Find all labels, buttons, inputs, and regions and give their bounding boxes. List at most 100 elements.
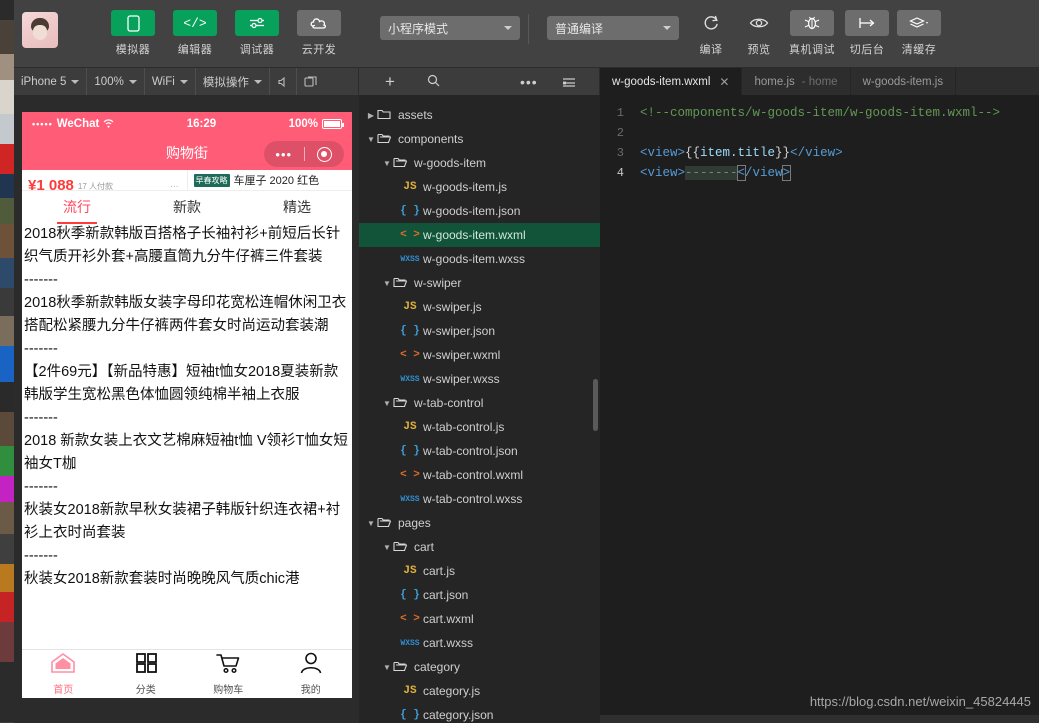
tree-row[interactable]: < > w-tab-control.wxml — [359, 463, 600, 487]
swiper-cell-left[interactable]: ¥1 088 17 人付款 ... — [22, 170, 187, 191]
more-icon[interactable]: ••• — [514, 75, 544, 89]
code-editor[interactable]: 1 <!--components/w-goods-item/w-goods-it… — [600, 95, 1039, 723]
tree-row[interactable]: WXSS w-tab-control.wxss — [359, 487, 600, 511]
capsule-close-icon[interactable] — [304, 146, 344, 162]
tabbar-item-category[interactable]: 分类 — [105, 650, 188, 698]
simulator-button[interactable]: 模拟器 — [102, 0, 164, 57]
tree-row[interactable]: ▶ assets — [359, 103, 600, 127]
search-icon[interactable] — [421, 74, 446, 89]
tree-label: cart.wxml — [423, 612, 474, 626]
close-icon[interactable]: ✕ — [719, 75, 729, 89]
tree-row[interactable]: WXSS w-swiper.wxss — [359, 367, 600, 391]
tree-row[interactable]: { } w-goods-item.json — [359, 199, 600, 223]
chevron-down-icon[interactable]: ▼ — [381, 279, 393, 288]
clear-cache-button[interactable]: 清缓存 — [893, 0, 945, 57]
folder-open-icon — [393, 156, 409, 171]
mock-action-value: 模拟操作 — [202, 76, 249, 89]
chevron-down-icon[interactable]: ▼ — [381, 159, 393, 168]
line-number: 3 — [616, 146, 624, 160]
compile-button[interactable]: 编译 — [687, 0, 735, 57]
chevron-down-icon[interactable]: ▼ — [365, 135, 377, 144]
tree-row[interactable]: JS w-swiper.js — [359, 295, 600, 319]
tabbar-item-profile[interactable]: 我的 — [270, 650, 353, 698]
background-button[interactable]: 切后台 — [841, 0, 893, 57]
tree-row[interactable]: JS w-goods-item.js — [359, 175, 600, 199]
folder-open-icon — [393, 660, 409, 675]
tree-row[interactable]: ▼ w-tab-control — [359, 391, 600, 415]
file-tree[interactable]: ▶ assets ▼ components ▼ w-goods-item JS … — [359, 95, 600, 723]
tabbar-label: 购物车 — [213, 685, 244, 696]
preview-button[interactable]: 预览 — [735, 0, 783, 57]
compile-select[interactable]: 普通编译 — [547, 16, 679, 40]
mode-select[interactable]: 小程序模式 — [380, 16, 520, 40]
tree-row[interactable]: ▼ components — [359, 127, 600, 151]
swiper-strip[interactable]: ¥1 088 17 人付款 ... 早春攻略 车厘子 2020 红色 — [22, 170, 352, 191]
wxml-file-icon: < > — [400, 349, 420, 361]
real-device-debug-button[interactable]: 真机调试 — [783, 0, 841, 57]
tree-row[interactable]: JS w-tab-control.js — [359, 415, 600, 439]
grid-icon — [134, 652, 158, 679]
rotate-icon[interactable] — [295, 68, 324, 95]
editor-button[interactable]: </> 编辑器 — [164, 0, 226, 57]
tree-row[interactable]: JS cart.js — [359, 559, 600, 583]
tree-scrollbar[interactable] — [593, 379, 598, 431]
phone-tab-bar: 首页 分类 购物车 我的 — [22, 649, 352, 698]
swiper-tag: 早春攻略 — [193, 173, 230, 187]
tree-row[interactable]: { } category.json — [359, 703, 600, 723]
tab-home-js[interactable]: home.js - home — [742, 68, 851, 95]
background-icon — [845, 10, 889, 36]
chevron-down-icon[interactable]: ▼ — [381, 399, 393, 408]
wxml-file-icon: < > — [400, 469, 420, 481]
tree-row[interactable]: WXSS w-goods-item.wxss — [359, 247, 600, 271]
add-icon[interactable]: + — [379, 73, 401, 90]
volume-icon[interactable] — [270, 68, 296, 95]
network-select[interactable]: WiFi — [145, 68, 196, 95]
chevron-down-icon[interactable]: ▼ — [365, 519, 377, 528]
swiper-cell-right[interactable]: 早春攻略 车厘子 2020 红色 — [186, 170, 353, 190]
tab-control-item-xinkuan[interactable]: 新款 — [132, 197, 242, 217]
tree-label: cart — [414, 540, 435, 554]
tree-row[interactable]: ▼ w-swiper — [359, 271, 600, 295]
debugger-icon — [235, 10, 279, 36]
cloud-dev-button[interactable]: 云开发 — [288, 0, 350, 57]
filter-icon[interactable] — [556, 75, 582, 89]
tree-row[interactable]: { } w-swiper.json — [359, 319, 600, 343]
tree-label: w-swiper.json — [423, 324, 496, 338]
tab-w-goods-item-js[interactable]: w-goods-item.js — [850, 68, 957, 95]
tree-row[interactable]: WXSS cart.wxss — [359, 631, 600, 655]
scale-select[interactable]: 100% — [87, 68, 145, 95]
tree-row[interactable]: JS category.js — [359, 679, 600, 703]
debugger-button[interactable]: 调试器 — [226, 0, 288, 57]
device-select[interactable]: iPhone 5 — [14, 68, 88, 95]
scale-select-value: 100% — [94, 75, 124, 88]
tabbar-item-home[interactable]: 首页 — [22, 650, 105, 698]
chevron-down-icon[interactable]: ▼ — [381, 663, 393, 672]
tree-row[interactable]: < > cart.wxml — [359, 607, 600, 631]
tree-label: category — [414, 660, 461, 674]
tree-row[interactable]: ▼ cart — [359, 535, 600, 559]
user-avatar[interactable] — [22, 12, 58, 48]
tree-label: components — [398, 132, 464, 146]
tab-w-goods-item-wxml[interactable]: w-goods-item.wxml ✕ — [600, 68, 743, 95]
nav-title: 购物街 — [166, 145, 208, 161]
capsule-menu-icon[interactable]: ••• — [264, 147, 304, 162]
tree-row[interactable]: { } cart.json — [359, 583, 600, 607]
tab-control-item-liuxing[interactable]: 流行 — [22, 197, 132, 217]
status-right: 100% — [289, 118, 344, 130]
tree-row[interactable]: { } w-tab-control.json — [359, 439, 600, 463]
chevron-right-icon[interactable]: ▶ — [365, 111, 377, 120]
tree-row-selected[interactable]: < > w-goods-item.wxml — [359, 223, 600, 247]
wechat-capsule[interactable]: ••• — [264, 141, 344, 167]
tree-row[interactable]: < > w-swiper.wxml — [359, 343, 600, 367]
tree-label: w-goods-item.wxml — [423, 228, 526, 242]
mock-action-select[interactable]: 模拟操作 — [196, 68, 270, 95]
tree-row[interactable]: ▼ pages — [359, 511, 600, 535]
wxss-file-icon: WXSS — [400, 638, 420, 648]
tabbar-item-cart[interactable]: 购物车 — [187, 650, 270, 698]
code-line-current: 4 <view>-------</view> — [600, 163, 1039, 183]
chevron-down-icon[interactable]: ▼ — [381, 543, 393, 552]
tab-control-item-jingxuan[interactable]: 精选 — [242, 197, 352, 217]
tree-row[interactable]: ▼ category — [359, 655, 600, 679]
tree-row[interactable]: ▼ w-goods-item — [359, 151, 600, 175]
chevron-down-icon — [179, 79, 188, 84]
